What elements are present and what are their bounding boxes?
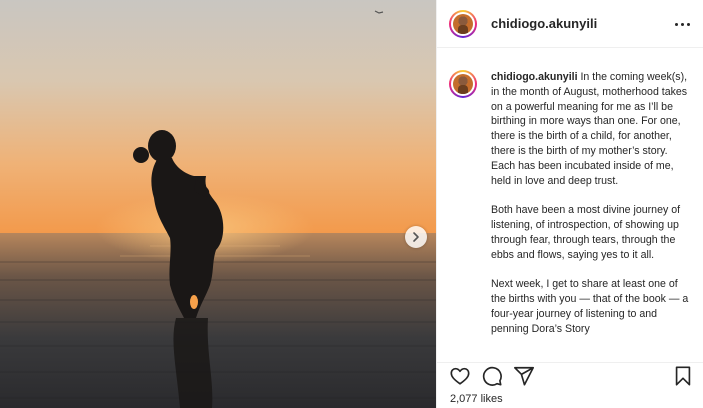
caption-paragraph: Both have been a most divine journey of … [491,204,681,261]
post-side-panel: chidiogo.akunyili chidiogo.akunyili In t… [436,0,703,408]
caption-username[interactable]: chidiogo.akunyili [491,71,578,83]
avatar[interactable] [449,9,477,38]
save-button[interactable] [673,365,693,392]
action-bar [437,362,703,392]
caption-paragraph: chidiogo.akunyili In the coming week(s),… [491,71,688,187]
post-header: chidiogo.akunyili [437,0,703,48]
caption-text: chidiogo.akunyili In the coming week(s),… [491,70,691,351]
caption-paragraph: Next week, I get to share at least one o… [491,278,689,335]
comment-button[interactable] [481,365,503,392]
next-photo-button[interactable] [405,226,427,248]
more-options-button[interactable] [673,15,691,33]
heart-icon [450,367,470,385]
chevron-right-icon [413,232,419,242]
comments-section: chidiogo.akunyili In the coming week(s),… [437,59,703,355]
header-username[interactable]: chidiogo.akunyili [491,16,597,31]
share-button[interactable] [513,365,535,392]
bookmark-icon [675,366,691,386]
sunset-silhouette-image [0,0,436,408]
likes-count[interactable]: 2,077 likes [450,393,503,405]
caption-avatar[interactable] [449,70,477,98]
more-icon [674,22,678,26]
post-photo[interactable] [0,0,436,408]
comment-icon [482,366,502,386]
caption: chidiogo.akunyili In the coming week(s),… [449,59,691,351]
like-button[interactable] [449,365,471,392]
paper-plane-icon [514,366,534,386]
